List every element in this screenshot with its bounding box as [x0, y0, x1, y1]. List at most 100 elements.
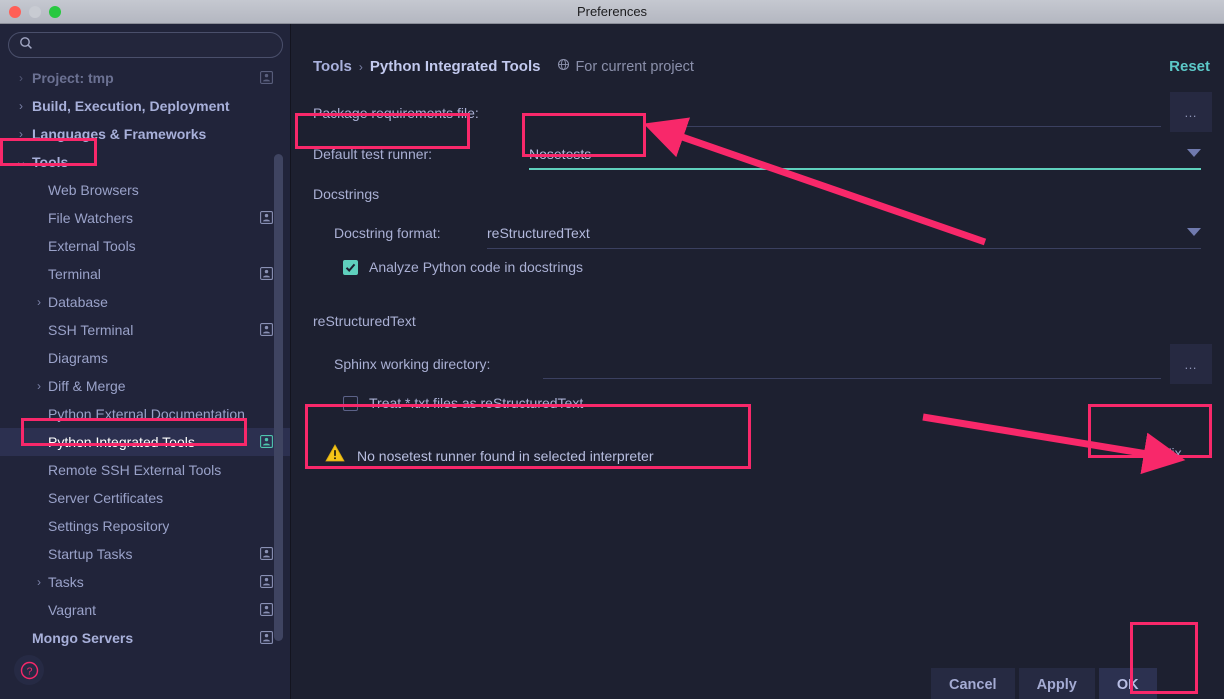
chevron-right-icon[interactable]: › [14, 71, 28, 85]
help-question-icon[interactable]: ? [14, 655, 44, 685]
sidebar-item-tasks[interactable]: ›Tasks [0, 568, 291, 596]
settings-tree: › Project: tmp › Build, Execution, Deploym… [0, 64, 291, 654]
analyze-python-checkbox[interactable] [343, 260, 358, 275]
sidebar-item-label: Project: tmp [32, 70, 114, 86]
sidebar-item-python-external-documentation[interactable]: Python External Documentation [0, 400, 291, 428]
cancel-button[interactable]: Cancel [931, 668, 1015, 699]
analyze-python-label[interactable]: Analyze Python code in docstrings [369, 259, 583, 275]
chevron-right-icon[interactable]: › [32, 379, 46, 393]
project-scope-badge-icon [260, 323, 273, 336]
sidebar-item-label: Build, Execution, Deployment [32, 98, 230, 114]
settings-sidebar: › Project: tmp › Build, Execution, Deploym… [0, 24, 291, 699]
sidebar-item-label: File Watchers [48, 210, 133, 226]
warning-triangle-icon [325, 444, 345, 467]
breadcrumb-root[interactable]: Tools [313, 58, 352, 75]
chevron-down-icon[interactable]: ⌄ [14, 159, 28, 165]
zoom-window-button[interactable] [49, 6, 61, 18]
sidebar-item-label: Diagrams [48, 350, 108, 366]
sidebar-item-label: Web Browsers [48, 182, 139, 198]
docstring-format-underline [487, 248, 1201, 249]
sidebar-item-label: Startup Tasks [48, 546, 133, 562]
default-test-runner-chevron-down-icon[interactable] [1187, 149, 1201, 157]
window-title: Preferences [0, 4, 1224, 19]
scope-globe-icon [557, 58, 570, 75]
search-icon [19, 36, 33, 55]
sidebar-item-vagrant[interactable]: Vagrant [0, 596, 291, 624]
sidebar-item-label: Settings Repository [48, 518, 169, 534]
sidebar-item-database[interactable]: ›Database [0, 288, 291, 316]
sidebar-scrollbar-thumb[interactable] [274, 154, 283, 641]
sidebar-item-mongo-servers[interactable]: Mongo Servers [0, 624, 291, 652]
sidebar-item-terminal[interactable]: Terminal [0, 260, 291, 288]
sidebar-item-label: Tasks [48, 574, 84, 590]
sidebar-search [8, 32, 283, 58]
package-requirements-browse-button[interactable]: … [1170, 92, 1212, 132]
sidebar-item-label: Remote SSH External Tools [48, 462, 221, 478]
warning-message: No nosetest runner found in selected int… [357, 448, 654, 464]
breadcrumb-separator-icon: › [359, 60, 363, 74]
sidebar-item-label: Database [48, 294, 108, 310]
sidebar-item-settings-repository[interactable]: Settings Repository [0, 512, 291, 540]
chevron-right-icon[interactable]: › [14, 99, 28, 113]
treat-txt-checkbox[interactable] [343, 396, 358, 411]
default-test-runner-underline [529, 168, 1201, 170]
fix-link[interactable]: Fix [1163, 445, 1182, 461]
package-requirements-label: Package requirements file: [313, 105, 479, 121]
project-scope-badge-icon [260, 603, 273, 616]
svg-text:?: ? [26, 665, 32, 677]
chevron-right-icon[interactable]: › [14, 127, 28, 141]
sidebar-item-languages-frameworks[interactable]: ›Languages & Frameworks [0, 120, 291, 148]
sidebar-item-label: Mongo Servers [32, 630, 133, 646]
sidebar-item-remote-ssh-external-tools[interactable]: Remote SSH External Tools [0, 456, 291, 484]
dialog-button-bar: Cancel Apply OK [931, 668, 1157, 699]
sphinx-working-directory-label: Sphinx working directory: [334, 356, 490, 372]
preferences-window: Preferences › Project: tmp › Build, Execut… [0, 0, 1224, 699]
docstrings-section-header: Docstrings [313, 186, 379, 202]
reset-link[interactable]: Reset [1169, 58, 1210, 75]
scope-indicator[interactable]: For current project [557, 58, 693, 75]
restructuredtext-section-header: reStructuredText [313, 313, 416, 329]
docstring-format-label: Docstring format: [334, 225, 441, 241]
traffic-lights [9, 6, 61, 18]
docstring-format-value[interactable]: reStructuredText [487, 225, 590, 241]
sidebar-item-external-tools[interactable]: External Tools [0, 232, 291, 260]
sidebar-item-label: Python External Documentation [48, 406, 245, 422]
search-input[interactable] [39, 38, 269, 52]
apply-button[interactable]: Apply [1019, 668, 1095, 699]
window-title-bar: Preferences [0, 0, 1224, 24]
sidebar-item-file-watchers[interactable]: File Watchers [0, 204, 291, 232]
sphinx-working-directory-browse-button[interactable]: … [1170, 344, 1212, 384]
sidebar-item-build-execution-deployment[interactable]: › Build, Execution, Deployment [0, 92, 291, 120]
project-scope-badge-icon [260, 435, 273, 448]
settings-main-panel: Tools › Python Integrated Tools For curr… [291, 24, 1224, 699]
close-window-button[interactable] [9, 6, 21, 18]
ok-button[interactable]: OK [1099, 668, 1157, 699]
project-scope-badge-icon [260, 547, 273, 560]
sidebar-item-python-integrated-tools[interactable]: Python Integrated Tools [0, 428, 291, 456]
sidebar-scrollbar[interactable] [274, 136, 283, 681]
sidebar-item-diff-merge[interactable]: ›Diff & Merge [0, 372, 291, 400]
sidebar-item-tools[interactable]: ⌄ Tools [0, 148, 291, 176]
project-scope-badge-icon [260, 631, 273, 644]
sidebar-item-label: Python Integrated Tools [48, 434, 195, 450]
package-requirements-underline [679, 126, 1161, 127]
project-scope-badge-icon [260, 211, 273, 224]
sidebar-item-label: Terminal [48, 266, 101, 282]
sidebar-item-ssh-terminal[interactable]: SSH Terminal [0, 316, 291, 344]
chevron-right-icon[interactable]: › [32, 575, 46, 589]
sidebar-item-diagrams[interactable]: Diagrams [0, 344, 291, 372]
chevron-right-icon[interactable]: › [32, 295, 46, 309]
sidebar-item-server-certificates[interactable]: Server Certificates [0, 484, 291, 512]
sidebar-item-web-browsers[interactable]: Web Browsers [0, 176, 291, 204]
sidebar-item-project-tmp[interactable]: › Project: tmp [0, 64, 291, 92]
breadcrumb: Tools › Python Integrated Tools For curr… [313, 58, 694, 75]
sidebar-item-label: Diff & Merge [48, 378, 126, 394]
sidebar-item-startup-tasks[interactable]: Startup Tasks [0, 540, 291, 568]
docstring-format-chevron-down-icon[interactable] [1187, 228, 1201, 236]
warning-banner: No nosetest runner found in selected int… [313, 436, 654, 475]
sphinx-working-directory-underline [543, 378, 1161, 379]
treat-txt-label[interactable]: Treat *.txt files as reStructuredText [369, 395, 583, 411]
sidebar-item-label: Tools [32, 154, 68, 170]
default-test-runner-value[interactable]: Nosetests [529, 146, 591, 162]
minimize-window-button[interactable] [29, 6, 41, 18]
